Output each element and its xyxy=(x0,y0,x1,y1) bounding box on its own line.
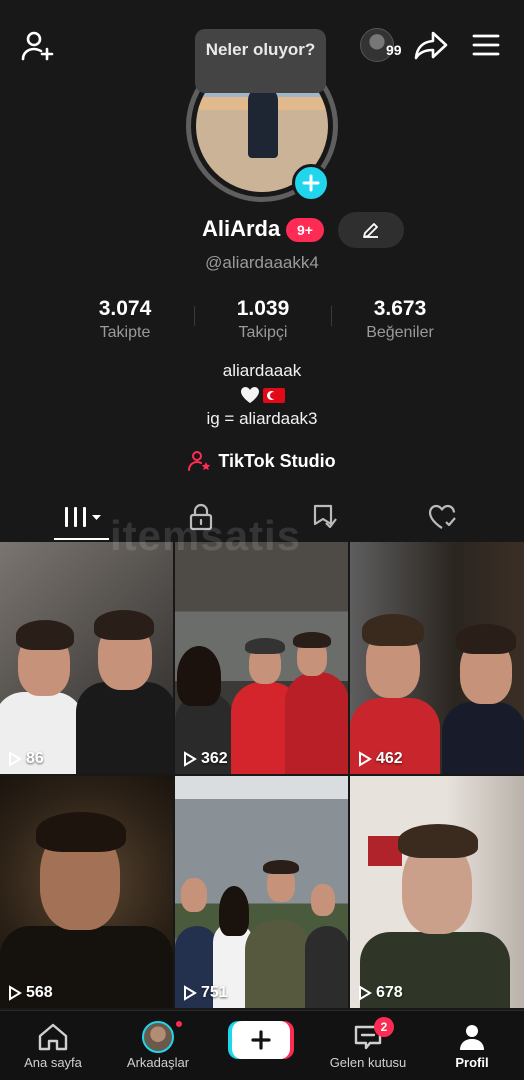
active-tab-indicator xyxy=(54,538,109,540)
friends-notification-dot xyxy=(174,1019,184,1029)
stat-following[interactable]: 3.074 Takipte xyxy=(60,297,190,342)
stat-likes[interactable]: 3.673 Beğeniler xyxy=(335,297,465,342)
bio-line: ig = aliardaak3 xyxy=(206,409,318,428)
profile-bio: aliardaaak ig = aliardaak3 xyxy=(0,359,524,431)
tab-liked[interactable] xyxy=(413,494,473,540)
inbox-badge: 2 xyxy=(374,1017,394,1037)
display-name: AliArda xyxy=(202,216,281,241)
repost-icon xyxy=(313,504,337,529)
view-count: 568 xyxy=(8,984,53,1002)
bottom-navigation: Ana sayfa Arkadaşlar Gelen kutusu 2 Prof… xyxy=(0,1010,524,1080)
add-story-plus-icon[interactable] xyxy=(292,164,330,202)
menu-icon[interactable] xyxy=(470,30,502,60)
username-handle: @aliardaaakk4 xyxy=(205,253,319,272)
play-icon xyxy=(9,985,22,1001)
stat-divider xyxy=(194,306,195,326)
create-button[interactable] xyxy=(232,1021,290,1059)
video-grid: 86 362 462 568 751 678 xyxy=(0,542,524,1008)
profile-stats: 3.074 Takipte 1.039 Takipçi 3.673 Beğeni… xyxy=(0,297,524,347)
liked-heart-icon xyxy=(428,504,456,529)
nav-inbox[interactable]: Gelen kutusu 2 xyxy=(322,1011,414,1080)
stat-divider xyxy=(331,306,332,326)
video-thumbnail[interactable]: 462 xyxy=(350,542,524,774)
edit-profile-button[interactable] xyxy=(338,212,404,248)
plus-icon xyxy=(251,1030,271,1050)
notification-badge[interactable]: 9+ xyxy=(286,218,324,242)
play-icon xyxy=(359,985,372,1001)
bio-line: aliardaaak xyxy=(222,361,302,380)
story-count: 99 xyxy=(386,42,402,58)
play-icon xyxy=(184,985,197,1001)
tiktok-studio-link[interactable]: TikTok Studio xyxy=(0,450,524,472)
watermark: itemsatis xyxy=(110,512,302,559)
nav-home[interactable]: Ana sayfa xyxy=(14,1011,92,1080)
play-icon xyxy=(184,751,197,767)
studio-person-icon xyxy=(188,451,211,471)
view-count: 86 xyxy=(8,750,44,768)
tab-videos[interactable] xyxy=(55,494,115,540)
video-thumbnail[interactable]: 86 xyxy=(0,542,173,774)
nav-profile[interactable]: Profil xyxy=(440,1011,504,1080)
white-heart-icon xyxy=(240,387,259,403)
add-friend-icon[interactable] xyxy=(20,28,56,64)
nav-friends[interactable]: Arkadaşlar xyxy=(116,1011,200,1080)
tab-reposts[interactable] xyxy=(294,494,354,540)
friends-avatar-icon xyxy=(142,1021,174,1053)
grid-bars-icon xyxy=(65,507,101,527)
turkey-flag-icon xyxy=(262,387,285,403)
share-icon[interactable] xyxy=(413,28,449,62)
view-count: 678 xyxy=(358,984,403,1002)
home-icon xyxy=(38,1023,68,1051)
profile-icon xyxy=(460,1025,484,1050)
play-icon xyxy=(359,751,372,767)
stat-followers[interactable]: 1.039 Takipçi xyxy=(198,297,328,342)
status-tooltip[interactable]: Neler oluyor? xyxy=(195,29,326,93)
studio-label: TikTok Studio xyxy=(218,450,336,471)
name-row: AliArda 9+ xyxy=(0,212,524,248)
video-thumbnail[interactable]: 362 xyxy=(175,542,348,774)
play-icon xyxy=(9,751,22,767)
video-thumbnail[interactable]: 568 xyxy=(0,776,173,1008)
view-count: 462 xyxy=(358,750,403,768)
view-count: 751 xyxy=(183,984,228,1002)
bio-emoji-line xyxy=(0,383,524,407)
pencil-icon xyxy=(363,223,378,238)
video-thumbnail[interactable]: 678 xyxy=(350,776,524,1008)
view-count: 362 xyxy=(183,750,228,768)
video-thumbnail[interactable]: 751 xyxy=(175,776,348,1008)
